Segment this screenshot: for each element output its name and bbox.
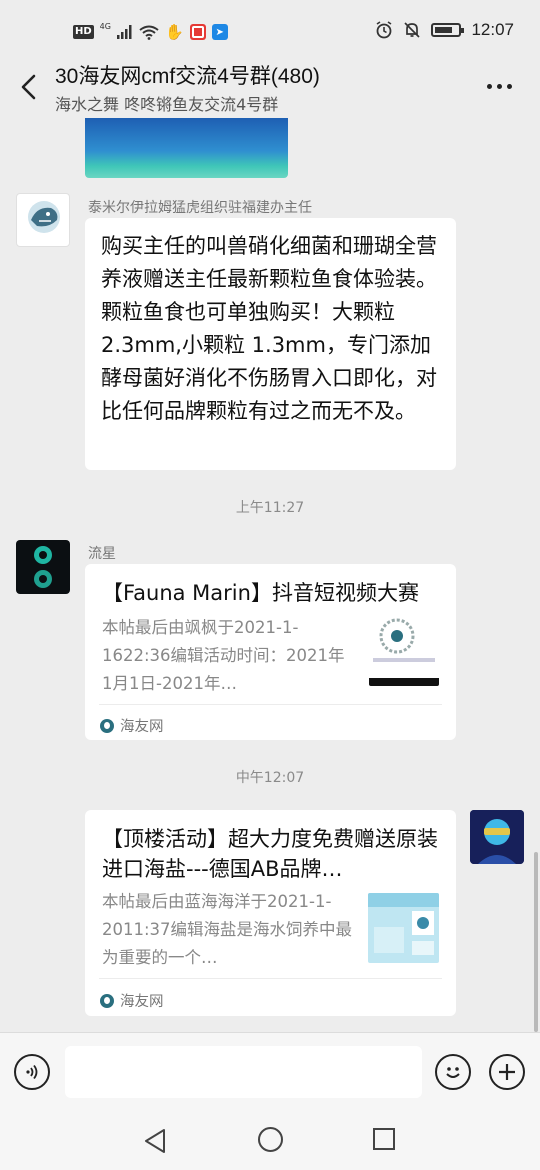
link-description: 本帖最后由蓝海海洋于2021-1-2011:37编辑海盐是海水饲养中最为重要的一… <box>102 892 353 967</box>
signal-icon <box>116 25 132 39</box>
status-left-icons: HD 4G ✋ ➤ <box>73 22 228 42</box>
coral-avatar-icon <box>34 546 52 588</box>
plus-button[interactable] <box>489 1054 525 1090</box>
nav-back-icon[interactable] <box>143 1128 167 1154</box>
system-nav-bar <box>0 1110 540 1170</box>
link-source: 海友网 <box>100 715 164 736</box>
plus-icon <box>499 1064 515 1080</box>
emoji-icon <box>446 1067 460 1078</box>
link-description: 本帖最后由飒枫于2021-1-1622:36编辑活动时间：2021年1月1日-2… <box>102 618 345 693</box>
timestamp: 上午11:27 <box>235 500 305 516</box>
link-source: 海友网 <box>100 990 164 1011</box>
avatar[interactable] <box>16 193 70 247</box>
text-message-bubble[interactable]: 购买主任的叫兽硝化细菌和珊瑚全营养液赠送主任最新颗粒鱼食体验装。颗粒鱼食也可单独… <box>85 218 456 470</box>
nav-home-icon[interactable] <box>258 1127 283 1152</box>
mute-bell-icon <box>404 22 421 38</box>
input-bar <box>0 1032 540 1110</box>
message-list[interactable]: 泰米尔伊拉姆猛虎组织驻福建办主任 购买主任的叫兽硝化细菌和珊瑚全营养液赠送主任最… <box>0 118 540 1032</box>
more-button[interactable] <box>482 71 516 101</box>
network-type: 4G <box>99 21 111 31</box>
source-name: 海友网 <box>120 719 164 735</box>
message-input[interactable] <box>65 1046 422 1098</box>
nav-recents-icon[interactable] <box>373 1128 395 1150</box>
emoji-button[interactable] <box>435 1054 471 1090</box>
shark-logo-icon <box>28 201 60 233</box>
status-time: 12:07 <box>471 20 514 39</box>
timestamp: 中午12:07 <box>235 770 305 786</box>
hand-icon: ✋ <box>164 23 184 41</box>
scrollbar[interactable] <box>534 852 538 1032</box>
message-text: 购买主任的叫兽硝化细菌和珊瑚全营养液赠送主任最新颗粒鱼食体验装。颗粒鱼食也可单独… <box>101 234 437 423</box>
qr-thumbnail-icon <box>369 618 439 686</box>
back-button[interactable] <box>14 69 44 105</box>
user-avatar-icon <box>470 810 524 864</box>
link-thumbnail <box>369 614 439 686</box>
link-title: 【顶楼活动】超大力度免费赠送原装进口海盐---德国AB品牌… <box>102 827 438 881</box>
alarm-icon <box>377 21 392 39</box>
voice-icon <box>26 1064 38 1080</box>
source-name: 海友网 <box>120 994 164 1010</box>
avatar[interactable] <box>16 540 70 594</box>
source-logo-icon <box>100 993 114 1008</box>
voice-button[interactable] <box>14 1054 50 1090</box>
app-notification-blue-icon: ➤ <box>211 24 228 40</box>
hd-icon: HD <box>73 25 94 39</box>
link-title: 【Fauna Marin】抖音短视频大赛 <box>102 581 419 605</box>
back-arrow-icon <box>21 74 36 100</box>
link-divider <box>99 978 442 979</box>
more-dots-icon <box>486 83 492 89</box>
chat-title: 30海友网cmf交流4号群(480) <box>55 65 320 88</box>
wifi-icon <box>139 25 159 40</box>
app-notification-red-icon <box>189 24 206 40</box>
link-divider <box>99 704 442 705</box>
battery-icon <box>431 23 465 37</box>
link-thumbnail <box>368 893 439 963</box>
link-card[interactable]: 【顶楼活动】超大力度免费赠送原装进口海盐---德国AB品牌… 本帖最后由蓝海海洋… <box>85 810 456 1016</box>
previous-image-message[interactable] <box>85 118 288 178</box>
chat-header: 30海友网cmf交流4号群(480) 海水之舞 咚咚锵鱼友交流4号群 <box>0 55 540 118</box>
sender-name: 流星 <box>88 546 116 562</box>
chat-subtitle: 海水之舞 咚咚锵鱼友交流4号群 <box>55 95 279 114</box>
status-right-icons: 12:07 <box>375 20 514 40</box>
link-card[interactable]: 【Fauna Marin】抖音短视频大赛 本帖最后由飒枫于2021-1-1622… <box>85 564 456 740</box>
avatar[interactable] <box>470 810 524 864</box>
article-thumbnail-icon <box>368 893 439 963</box>
source-logo-icon <box>100 718 114 733</box>
sender-name: 泰米尔伊拉姆猛虎组织驻福建办主任 <box>88 200 312 216</box>
